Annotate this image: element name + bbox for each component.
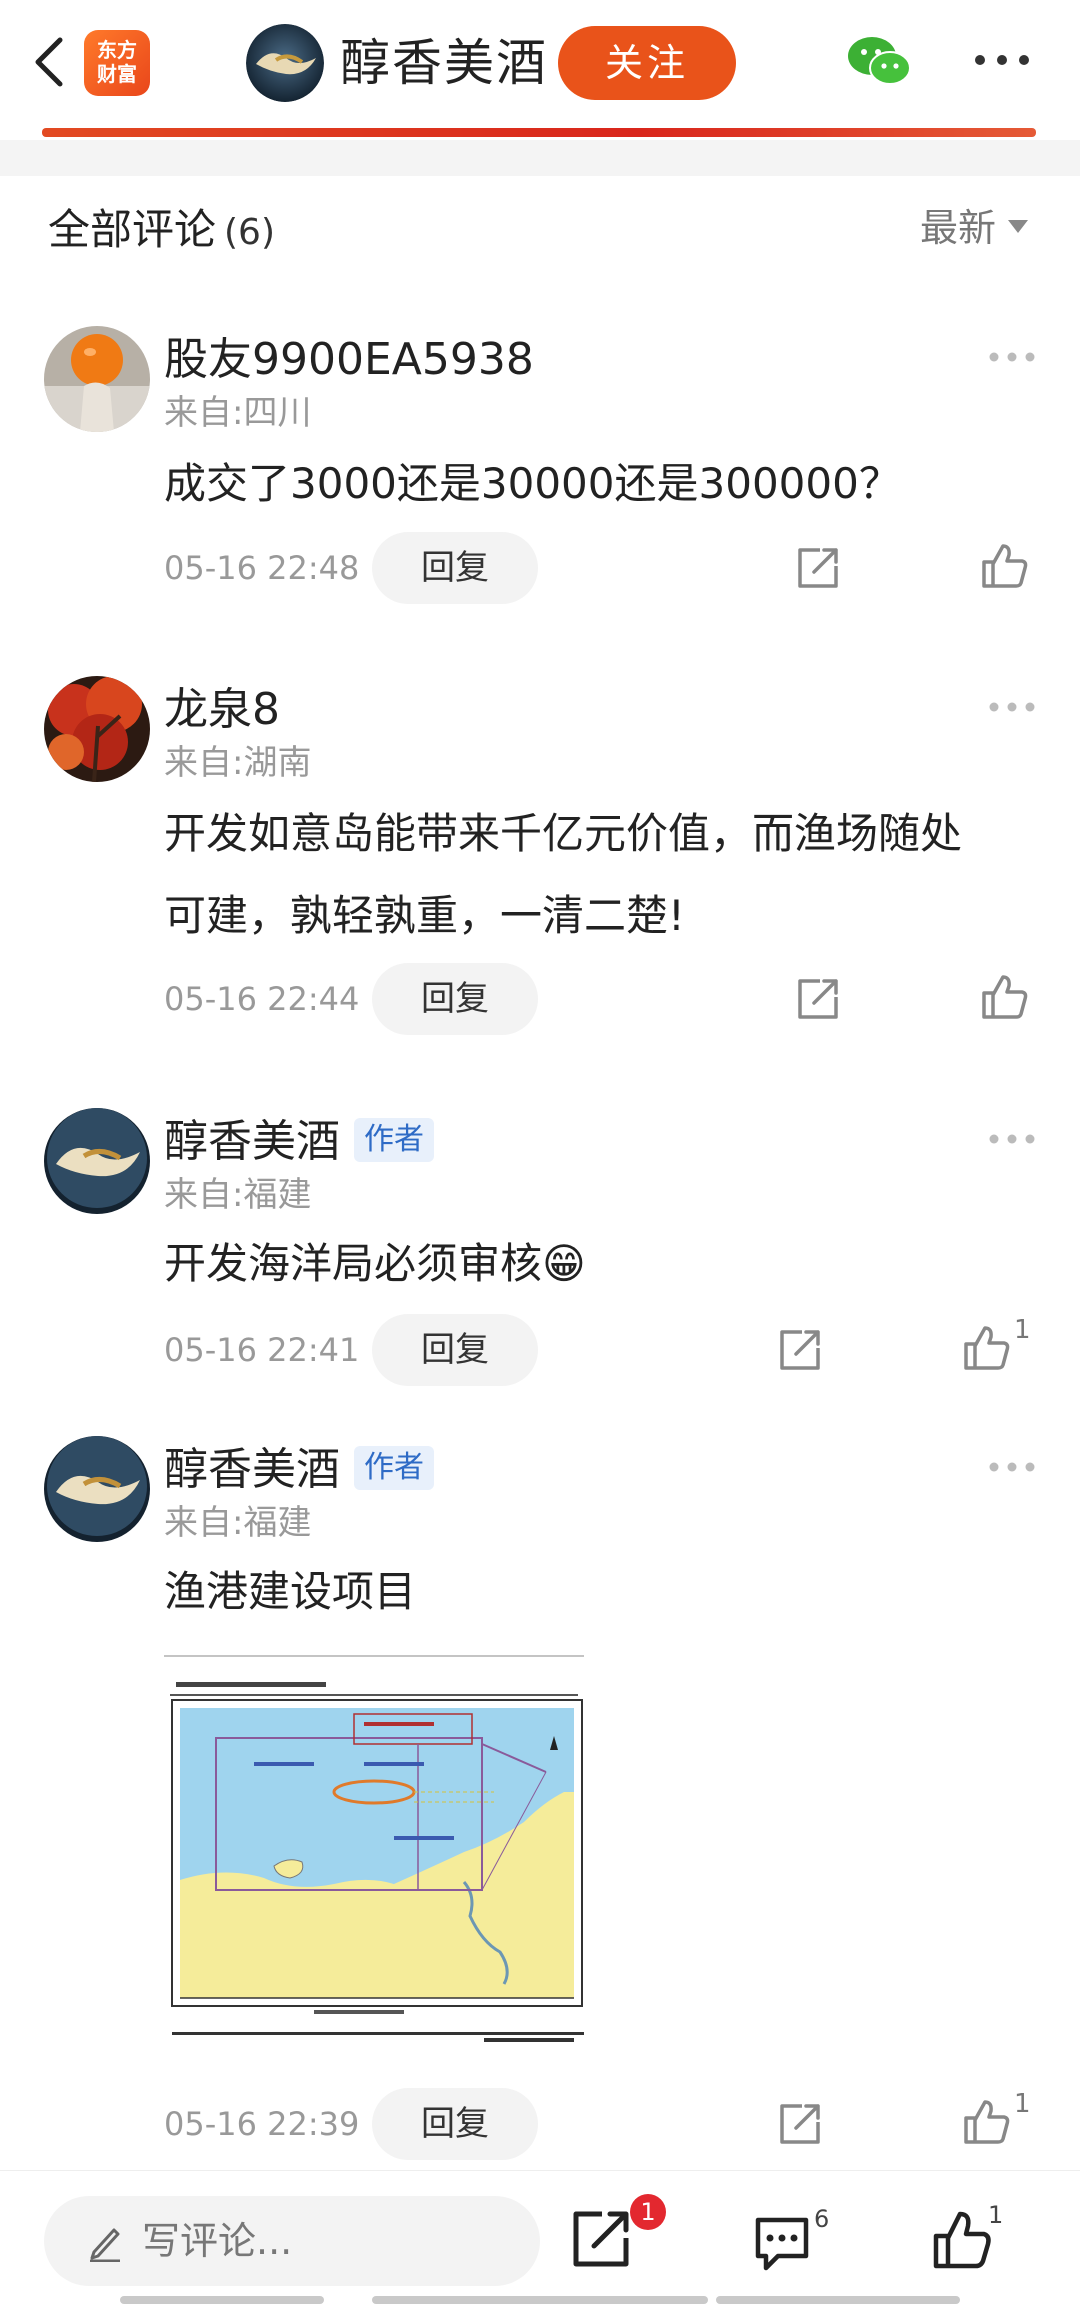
comments-title: 全部评论 xyxy=(48,205,217,254)
share-notification-badge: 1 xyxy=(630,2194,666,2230)
wechat-share-icon[interactable] xyxy=(846,34,912,90)
sea-area-map-image xyxy=(164,1652,586,2044)
comment-username[interactable]: 龙泉8 xyxy=(164,680,280,740)
reply-button[interactable]: 回复 xyxy=(372,532,538,604)
comments-header: 全部评论 (6) xyxy=(48,200,275,263)
comment-text-row: 开发海洋局必须审核😁 xyxy=(164,1223,1034,1305)
share-icon[interactable] xyxy=(776,1326,824,1374)
comment-more-icon[interactable] xyxy=(988,1132,1036,1146)
comment-time: 05-16 22:39 xyxy=(164,2105,360,2143)
comment-more-icon[interactable] xyxy=(988,700,1036,714)
gesture-bar-segment xyxy=(372,2296,708,2304)
username-text: 醇香美酒 xyxy=(164,1444,340,1495)
comment-more-icon[interactable] xyxy=(988,350,1036,364)
comment-time: 05-16 22:41 xyxy=(164,1331,360,1369)
comment-location: 来自:福建 xyxy=(164,1175,312,1215)
gesture-bar-segment xyxy=(120,2296,324,2304)
share-icon[interactable] xyxy=(794,544,842,592)
back-chevron-icon[interactable] xyxy=(22,32,82,92)
reply-button[interactable]: 回复 xyxy=(372,2088,538,2160)
article-end-bar xyxy=(42,128,1036,137)
user-avatar[interactable] xyxy=(44,676,150,782)
comment-more-icon[interactable] xyxy=(988,1460,1036,1474)
comment-text: 开发海洋局必须审核 xyxy=(164,1239,543,1288)
like-thumb-icon[interactable] xyxy=(980,540,1030,590)
section-divider xyxy=(0,140,1080,176)
username-text: 醇香美酒 xyxy=(164,1116,340,1167)
comment-text-line2: 可建，孰轻孰重，一清二楚! xyxy=(164,891,685,940)
comment-time: 05-16 22:44 xyxy=(164,980,360,1018)
app-logo[interactable]: 东方 财富 xyxy=(84,30,150,96)
grin-emoji-icon: 😁 xyxy=(542,1239,586,1288)
pencil-icon xyxy=(90,2228,120,2262)
user-avatar[interactable] xyxy=(44,326,150,432)
comment-count: 6 xyxy=(814,2205,830,2233)
like-total-count: 1 xyxy=(988,2201,1004,2229)
like-thumb-icon[interactable] xyxy=(962,2096,1012,2146)
author-tag: 作者 xyxy=(354,1118,434,1162)
like-bottom-icon[interactable] xyxy=(932,2208,994,2270)
dropdown-triangle-icon xyxy=(1008,220,1029,233)
comment-username[interactable]: 醇香美酒 作者 xyxy=(164,1440,434,1500)
share-bottom-icon[interactable] xyxy=(570,2208,632,2270)
comments-count: (6) xyxy=(224,212,276,253)
comment-time: 05-16 22:48 xyxy=(164,549,360,587)
author-name[interactable]: 醇香美酒 xyxy=(340,30,548,96)
top-nav-bar: 东方 财富 醇香美酒 关注 xyxy=(0,0,1080,130)
like-thumb-icon[interactable] xyxy=(962,1322,1012,1372)
author-tag: 作者 xyxy=(354,1446,434,1490)
reply-button[interactable]: 回复 xyxy=(372,1314,538,1386)
comment-username[interactable]: 股友9900EA5938 xyxy=(164,330,534,390)
author-avatar[interactable] xyxy=(246,24,324,102)
follow-button[interactable]: 关注 xyxy=(558,26,736,100)
sort-dropdown[interactable]: 最新 xyxy=(920,200,1029,256)
user-avatar[interactable] xyxy=(44,1436,150,1542)
comment-text-line1: 开发如意岛能带来千亿元价值，而渔场随处 xyxy=(164,809,963,858)
like-thumb-icon[interactable] xyxy=(980,971,1030,1021)
gesture-bar-segment xyxy=(716,2296,960,2304)
write-comment-placeholder: 写评论... xyxy=(142,2219,293,2263)
share-icon[interactable] xyxy=(776,2100,824,2148)
sort-label: 最新 xyxy=(920,206,997,250)
like-count: 1 xyxy=(1014,1315,1031,1345)
comment-username[interactable]: 醇香美酒 作者 xyxy=(164,1112,434,1172)
user-avatar[interactable] xyxy=(44,1108,150,1214)
comment-location: 来自:四川 xyxy=(164,393,312,433)
comment-text: 渔港建设项目 xyxy=(164,1567,417,1616)
comment-text: 成交了3000还是30000还是300000？ xyxy=(164,459,901,508)
more-options-icon[interactable] xyxy=(972,50,1032,70)
comment-bubble-icon[interactable] xyxy=(752,2212,812,2272)
logo-text-line1: 东方 xyxy=(97,38,137,62)
like-count: 1 xyxy=(1014,2089,1031,2119)
comment-location: 来自:湖南 xyxy=(164,743,312,783)
share-icon[interactable] xyxy=(794,975,842,1023)
reply-button[interactable]: 回复 xyxy=(372,963,538,1035)
comment-attached-image[interactable] xyxy=(164,1652,586,2044)
comment-location: 来自:福建 xyxy=(164,1503,312,1543)
logo-text-line2: 财富 xyxy=(97,62,137,86)
